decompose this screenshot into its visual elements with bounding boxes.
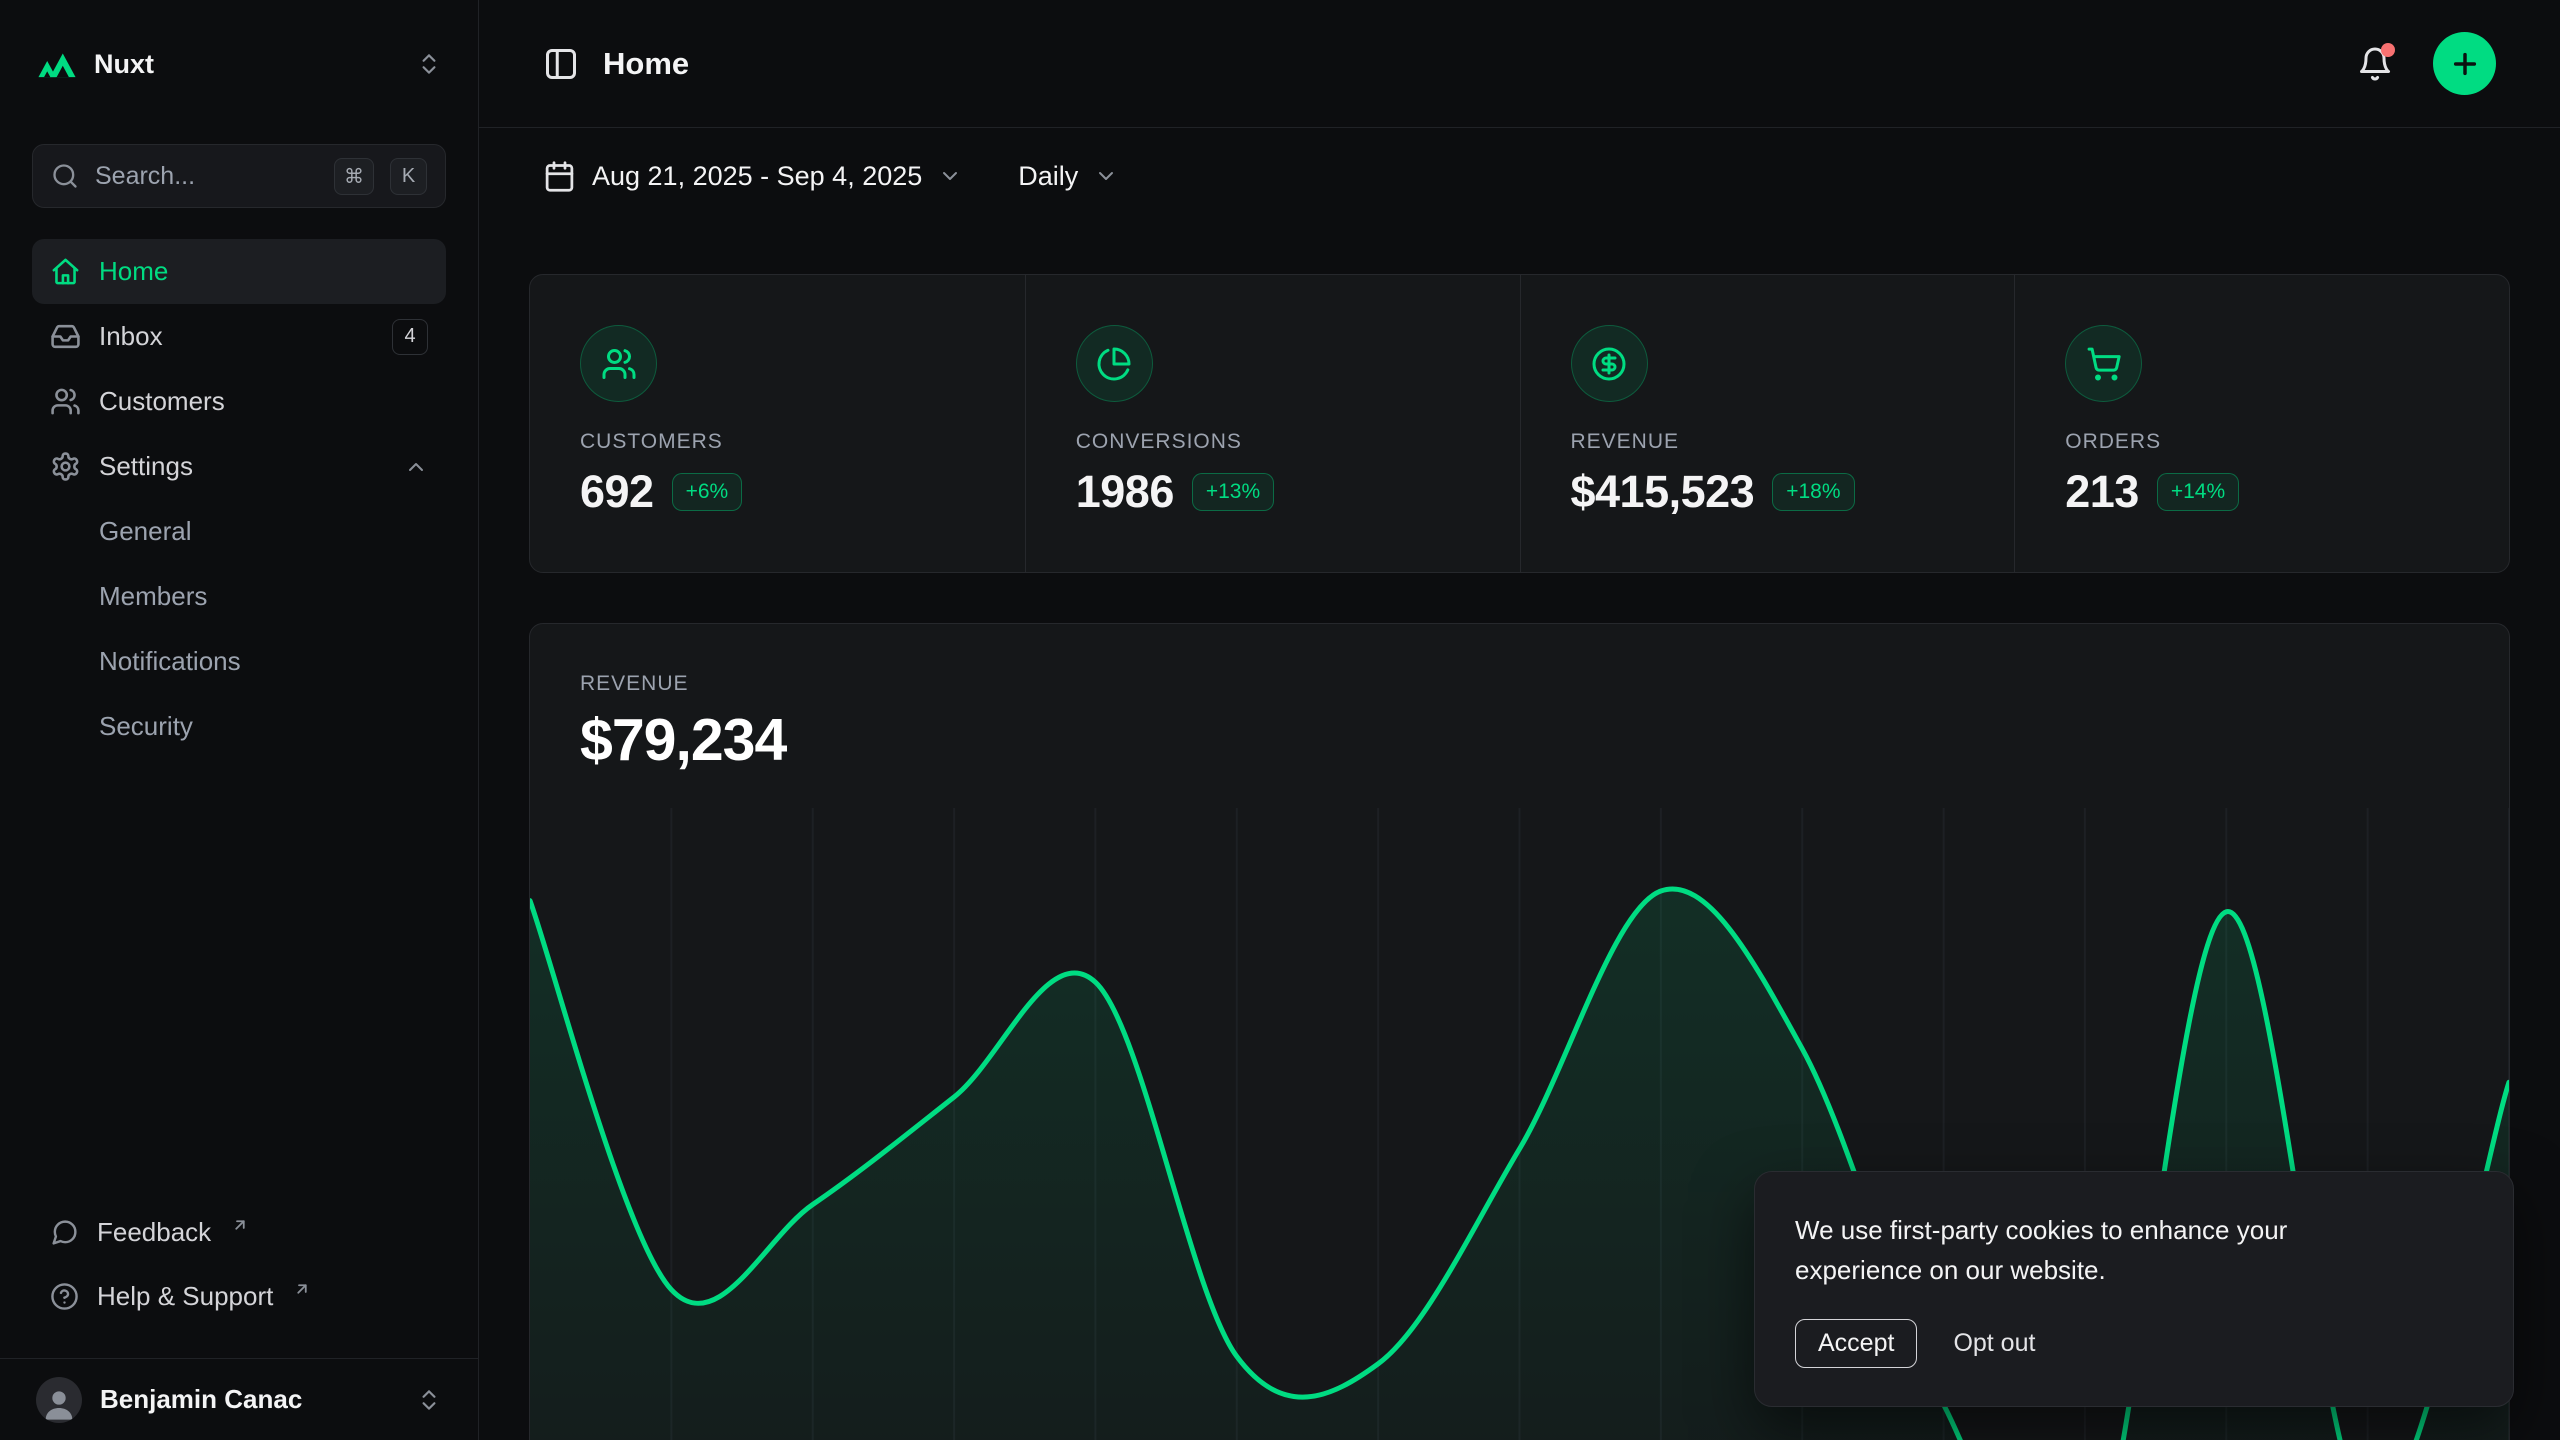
- granularity-label: Daily: [1018, 161, 1078, 192]
- stat-label: CUSTOMERS: [580, 430, 975, 454]
- workspace-selector[interactable]: Nuxt: [0, 0, 478, 128]
- nuxt-logo: [36, 43, 78, 85]
- kbd-k: K: [390, 158, 427, 195]
- external-link-icon: [231, 1216, 249, 1234]
- sidebar-item-notifications[interactable]: Notifications: [32, 629, 446, 694]
- chart-pie-icon: [1076, 325, 1153, 402]
- stat-value: 692: [580, 466, 654, 518]
- stat-delta-badge: +18%: [1772, 473, 1854, 511]
- page-title: Home: [603, 46, 689, 82]
- stat-card-conversions[interactable]: CONVERSIONS 1986 +13%: [1025, 275, 1520, 572]
- chevron-down-icon: [938, 164, 962, 188]
- gear-icon: [50, 451, 81, 482]
- cookie-accept-button[interactable]: Accept: [1795, 1319, 1917, 1368]
- notifications-button[interactable]: [2357, 46, 2393, 82]
- stat-value: 1986: [1076, 466, 1174, 518]
- subnav-label: Members: [99, 581, 207, 612]
- main-area: Home Aug 21, 2025 - Sep 4, 2025: [479, 0, 2560, 1440]
- date-range-label: Aug 21, 2025 - Sep 4, 2025: [592, 161, 922, 192]
- sidebar-item-label: Home: [99, 256, 168, 287]
- subnav-label: Security: [99, 711, 193, 742]
- users-icon: [50, 386, 81, 417]
- filters-toolbar: Aug 21, 2025 - Sep 4, 2025 Daily: [479, 128, 2560, 224]
- stat-card-revenue[interactable]: REVENUE $415,523 +18%: [1520, 275, 2015, 572]
- search-input[interactable]: Search... ⌘ K: [32, 144, 446, 208]
- sidebar-item-settings[interactable]: Settings: [32, 434, 446, 499]
- stats-row: CUSTOMERS 692 +6% CONVERSIONS 1986 +13%: [529, 274, 2510, 573]
- footer-label: Feedback: [97, 1217, 211, 1248]
- stat-value: $415,523: [1571, 466, 1755, 518]
- message-bubble-icon: [50, 1218, 79, 1247]
- panel-toggle-icon[interactable]: [543, 46, 579, 82]
- sidebar: Nuxt Search... ⌘ K Home: [0, 0, 479, 1440]
- stat-card-customers[interactable]: CUSTOMERS 692 +6%: [530, 275, 1025, 572]
- cookie-banner: We use first-party cookies to enhance yo…: [1754, 1171, 2514, 1407]
- stat-delta-badge: +13%: [1192, 473, 1274, 511]
- help-support-link[interactable]: Help & Support: [32, 1264, 446, 1328]
- circle-dollar-icon: [1571, 325, 1648, 402]
- chevrons-up-down-icon: [416, 51, 442, 77]
- sidebar-item-label: Inbox: [99, 321, 163, 352]
- cookie-message: We use first-party cookies to enhance yo…: [1795, 1210, 2395, 1291]
- stat-delta-badge: +6%: [672, 473, 743, 511]
- revenue-card-value: $79,234: [580, 706, 2459, 774]
- subnav-label: General: [99, 516, 192, 547]
- plus-icon: [2449, 48, 2481, 80]
- chevrons-up-down-icon: [416, 1387, 442, 1413]
- sidebar-item-label: Customers: [99, 386, 225, 417]
- sidebar-footer: Feedback Help & Support: [0, 1200, 478, 1358]
- sidebar-item-home[interactable]: Home: [32, 239, 446, 304]
- stat-label: REVENUE: [1571, 430, 1965, 454]
- chevron-down-icon: [1094, 164, 1118, 188]
- user-name: Benjamin Canac: [100, 1384, 302, 1415]
- sidebar-item-inbox[interactable]: Inbox 4: [32, 304, 446, 369]
- cookie-opt-out-button[interactable]: Opt out: [1953, 1329, 2035, 1358]
- user-menu[interactable]: Benjamin Canac: [0, 1358, 478, 1440]
- sidebar-item-customers[interactable]: Customers: [32, 369, 446, 434]
- stat-label: ORDERS: [2065, 430, 2459, 454]
- stat-value: 213: [2065, 466, 2139, 518]
- notification-dot: [2381, 43, 2395, 57]
- sidebar-item-members[interactable]: Members: [32, 564, 446, 629]
- stat-card-orders[interactable]: ORDERS 213 +14%: [2014, 275, 2509, 572]
- cart-icon: [2065, 325, 2142, 402]
- kbd-cmd: ⌘: [334, 158, 374, 195]
- app-root: Nuxt Search... ⌘ K Home: [0, 0, 2560, 1440]
- granularity-select[interactable]: Daily: [1018, 161, 1118, 192]
- inbox-icon: [50, 321, 81, 352]
- stat-label: CONVERSIONS: [1076, 430, 1470, 454]
- users-icon: [580, 325, 657, 402]
- sidebar-item-security[interactable]: Security: [32, 694, 446, 759]
- main-header: Home: [479, 0, 2560, 128]
- stat-delta-badge: +14%: [2157, 473, 2239, 511]
- sidebar-nav: Home Inbox 4 Customers Settings: [32, 239, 446, 759]
- add-button[interactable]: [2433, 32, 2496, 95]
- sidebar-item-label: Settings: [99, 451, 193, 482]
- revenue-card-label: REVENUE: [580, 672, 2459, 696]
- search-placeholder: Search...: [95, 162, 318, 191]
- date-range-picker[interactable]: Aug 21, 2025 - Sep 4, 2025: [543, 160, 962, 193]
- footer-label: Help & Support: [97, 1281, 273, 1312]
- settings-subnav: General Members Notifications Security: [32, 499, 446, 759]
- calendar-icon: [543, 160, 576, 193]
- chevron-up-icon: [404, 455, 428, 479]
- help-circle-icon: [50, 1282, 79, 1311]
- app-name: Nuxt: [94, 49, 154, 80]
- inbox-count-badge: 4: [392, 319, 428, 355]
- feedback-link[interactable]: Feedback: [32, 1200, 446, 1264]
- search-icon: [51, 162, 79, 190]
- home-icon: [50, 256, 81, 287]
- subnav-label: Notifications: [99, 646, 241, 677]
- sidebar-item-general[interactable]: General: [32, 499, 446, 564]
- external-link-icon: [293, 1280, 311, 1298]
- avatar: [36, 1377, 82, 1423]
